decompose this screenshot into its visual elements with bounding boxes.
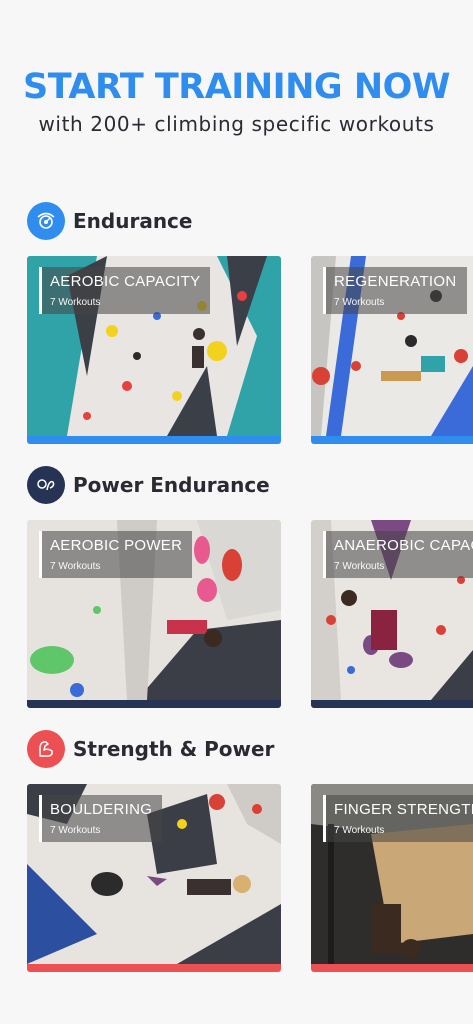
- workout-card-anaerobic-capacity[interactable]: ANAEROBIC CAPACITY 7 Workouts: [311, 520, 473, 708]
- card-workout-count: 7 Workouts: [334, 825, 385, 836]
- hero: START TRAINING NOW with 200+ climbing sp…: [0, 66, 473, 136]
- card-workout-count: 7 Workouts: [50, 825, 101, 836]
- card-title: BOULDERING: [50, 801, 153, 818]
- card-accent-bar: [311, 436, 473, 444]
- section-title: Endurance: [73, 209, 193, 233]
- section-header: Strength & Power: [27, 730, 274, 768]
- card-workout-count: 7 Workouts: [50, 561, 101, 572]
- card-label: FINGER STRENGTH 7 Workouts: [323, 795, 473, 842]
- workout-card-aerobic-power[interactable]: AEROBIC POWER 7 Workouts: [27, 520, 281, 708]
- card-workout-count: 7 Workouts: [334, 297, 385, 308]
- card-label: BOULDERING 7 Workouts: [39, 795, 163, 842]
- card-accent-bar: [27, 964, 281, 972]
- card-label: AEROBIC CAPACITY 7 Workouts: [39, 267, 211, 314]
- card-workout-count: 7 Workouts: [50, 297, 101, 308]
- section-header: Power Endurance: [27, 466, 270, 504]
- hero-subtitle: with 200+ climbing specific workouts: [38, 112, 435, 136]
- endurance-gauge-icon: [27, 202, 65, 240]
- section-title: Strength & Power: [73, 737, 275, 761]
- card-title: AEROBIC POWER: [50, 537, 183, 554]
- card-title: AEROBIC CAPACITY: [50, 273, 201, 290]
- card-workout-count: 7 Workouts: [334, 561, 385, 572]
- card-label: AEROBIC POWER 7 Workouts: [39, 531, 193, 578]
- section-header: Endurance: [27, 202, 192, 240]
- flexed-arm-icon: [27, 730, 65, 768]
- card-accent-bar: [311, 700, 473, 708]
- card-title: REGENERATION: [334, 273, 457, 290]
- workout-card-aerobic-capacity[interactable]: AEROBIC CAPACITY 7 Workouts: [27, 256, 281, 444]
- power-endurance-icon: [27, 466, 65, 504]
- card-accent-bar: [27, 436, 281, 444]
- hero-title: START TRAINING NOW: [23, 67, 451, 107]
- card-label: REGENERATION 7 Workouts: [323, 267, 467, 314]
- workout-card-regeneration[interactable]: REGENERATION 7 Workouts: [311, 256, 473, 444]
- card-accent-bar: [311, 964, 473, 972]
- section-title: Power Endurance: [73, 473, 270, 497]
- workout-card-bouldering[interactable]: BOULDERING 7 Workouts: [27, 784, 281, 972]
- card-label: ANAEROBIC CAPACITY 7 Workouts: [323, 531, 473, 578]
- workout-card-finger-strength[interactable]: FINGER STRENGTH 7 Workouts: [311, 784, 473, 972]
- section-power-endurance: Power Endurance AEROBIC POWER 7 Workouts: [0, 466, 473, 716]
- card-title: FINGER STRENGTH: [334, 801, 473, 818]
- section-endurance: Endurance AEROBIC CAPACITY 7 Workouts RE…: [0, 202, 473, 452]
- section-strength-power: Strength & Power BOULDERING 7 Workouts F…: [0, 730, 473, 980]
- card-accent-bar: [27, 700, 281, 708]
- card-title: ANAEROBIC CAPACITY: [334, 537, 473, 554]
